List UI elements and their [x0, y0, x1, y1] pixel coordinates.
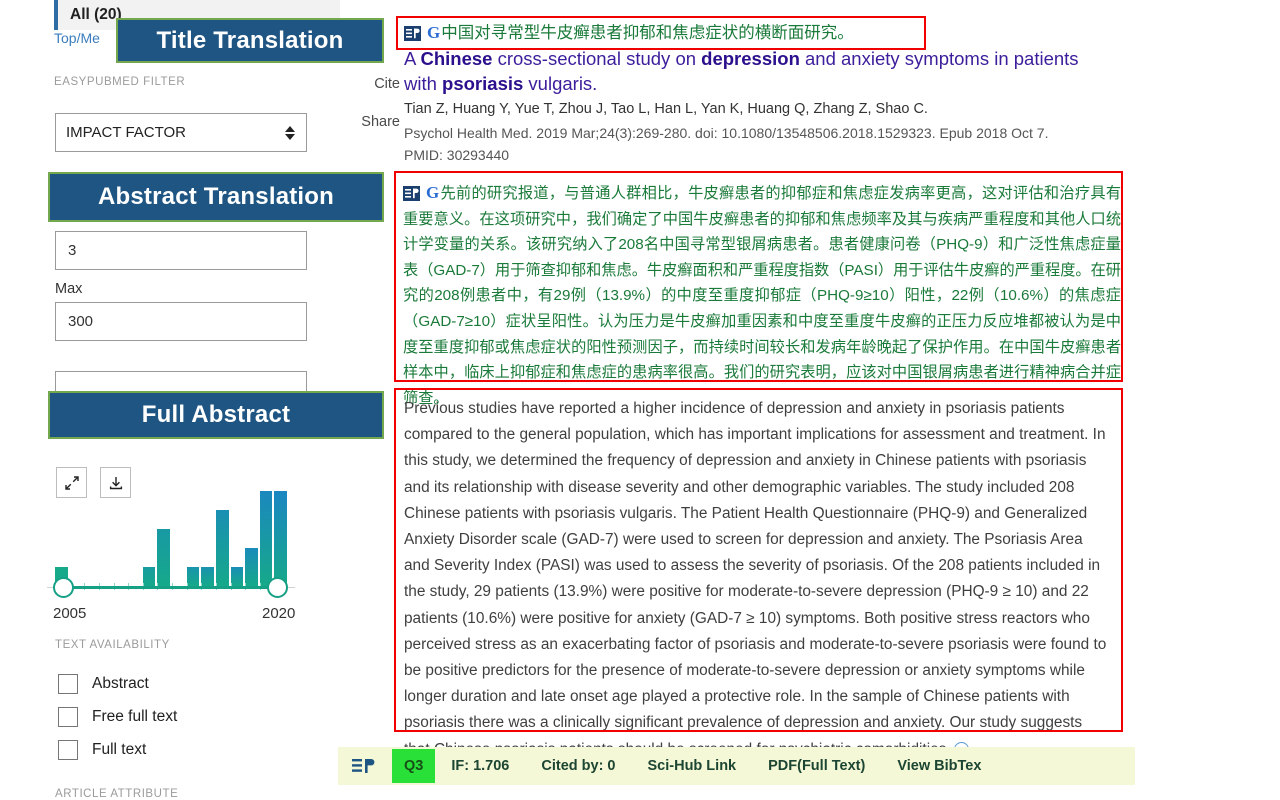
min-impact-factor-input[interactable]: 3	[55, 231, 307, 270]
cited-by-count[interactable]: Cited by: 0	[525, 758, 631, 774]
title-part-0: A	[404, 48, 421, 69]
range-start-year: 2005	[53, 605, 87, 622]
annotation-full-abstract: Full Abstract	[48, 391, 384, 439]
view-bibtex-link[interactable]: View BibTex	[881, 758, 997, 774]
easypubmed-search-results-page: All (20) Top/Me EASYPUBMED FILTER IMPACT…	[0, 0, 1280, 800]
pdf-full-text-link[interactable]: PDF(Full Text)	[752, 758, 881, 774]
tab-all-label: All (20)	[70, 6, 122, 23]
title-part-6: vulgaris.	[523, 73, 598, 94]
free-full-text-checkbox[interactable]	[58, 707, 78, 727]
annotation-title-translation: Title Translation	[116, 18, 384, 63]
title-part-3: depression	[701, 48, 800, 69]
histogram-bar	[259, 491, 273, 586]
quartile-badge: Q3	[392, 749, 436, 783]
max-label: Max	[55, 281, 83, 297]
histogram-bar	[157, 529, 170, 586]
text-availability-heading: TEXT AVAILABILITY	[55, 639, 170, 651]
impact-factor-value-footer: IF: 1.706	[451, 758, 510, 774]
title-part-5: psoriasis	[442, 73, 524, 94]
tab-top-medium[interactable]: Top/Me	[54, 30, 100, 46]
checkbox-row-full-text[interactable]: Full text	[58, 740, 146, 760]
share-button[interactable]: Share	[340, 114, 400, 130]
abstract-checkbox[interactable]	[58, 674, 78, 694]
sci-hub-link[interactable]: Sci-Hub Link	[632, 758, 753, 774]
title-translation-highlight	[396, 16, 926, 50]
article-journal-citation: Psychol Health Med. 2019 Mar;24(3):269-2…	[404, 125, 1049, 141]
max-impact-factor-input[interactable]: 300	[55, 302, 307, 341]
full-text-checkbox-label: Full text	[92, 741, 147, 758]
easypubmed-filter-heading: EASYPUBMED FILTER	[54, 76, 186, 88]
tab-all-results[interactable]: All (20)	[54, 0, 122, 30]
abstract-translation-highlight	[394, 171, 1123, 382]
min-impact-factor-value: 3	[68, 242, 77, 259]
max-impact-factor-value: 300	[68, 313, 94, 330]
annotation-full-abstract-label: Full Abstract	[141, 401, 291, 428]
article-attribute-heading: ARTICLE ATTRIBUTE	[55, 788, 179, 800]
title-part-2: cross-sectional study on	[492, 48, 702, 69]
impact-factor-value: IMPACT FACTOR	[66, 124, 187, 141]
annotation-abstract-translation: Abstract Translation	[48, 172, 384, 222]
article-pmid: PMID: 30293440	[404, 147, 510, 163]
range-end-year: 2020	[262, 605, 296, 622]
range-handle-end[interactable]	[267, 577, 288, 598]
checkbox-row-abstract[interactable]: Abstract	[58, 674, 149, 694]
free-full-text-checkbox-label: Free full text	[92, 708, 178, 725]
cite-button[interactable]: Cite	[340, 76, 400, 92]
histogram-bar	[215, 510, 229, 586]
chevron-updown-icon	[284, 125, 296, 141]
checkbox-row-free-full-text[interactable]: Free full text	[58, 707, 177, 727]
download-icon	[108, 475, 124, 491]
result-actions-column: Cite Share	[340, 76, 400, 152]
result-footer-toolbar: Q3 IF: 1.706 Cited by: 0 Sci-Hub Link PD…	[338, 747, 1135, 785]
title-part-1: Chinese	[420, 48, 493, 69]
annotation-title-translation-label: Title Translation	[156, 26, 344, 54]
histogram-bar	[245, 548, 258, 586]
expand-icon	[64, 475, 80, 491]
abstract-checkbox-label: Abstract	[92, 675, 149, 692]
range-handle-start[interactable]	[53, 577, 74, 598]
publication-year-histogram: 2005 2020	[47, 462, 305, 622]
full-abstract-highlight	[394, 388, 1123, 732]
histogram-axis	[55, 586, 287, 589]
article-authors: Tian Z, Huang Y, Yue T, Zhou J, Tao L, H…	[404, 101, 928, 117]
annotation-abstract-translation-label: Abstract Translation	[97, 183, 335, 210]
easypubmed-footer-icon[interactable]	[338, 757, 392, 775]
histogram-bars	[55, 491, 287, 586]
histogram-bar	[274, 491, 287, 586]
article-title-link[interactable]: A Chinese cross-sectional study on depre…	[404, 46, 1116, 96]
tab-top-medium-label: Top/Me	[54, 30, 100, 46]
impact-factor-select[interactable]: IMPACT FACTOR	[55, 113, 307, 152]
full-text-checkbox[interactable]	[58, 740, 78, 760]
